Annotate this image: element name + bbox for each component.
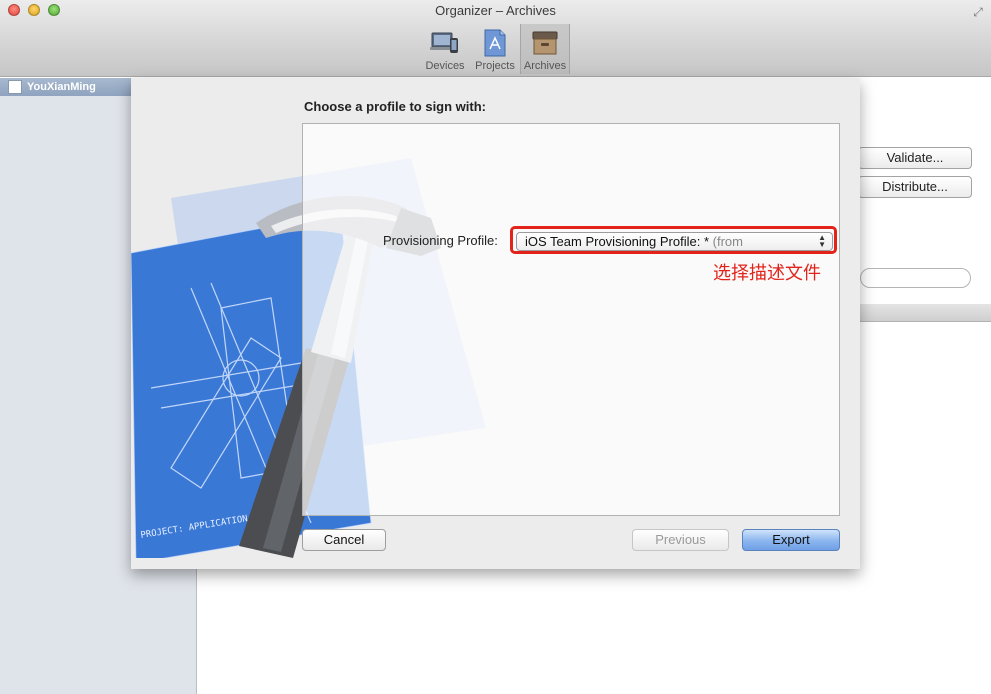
profile-panel: Provisioning Profile: iOS Team Provision… <box>302 123 840 516</box>
devices-icon <box>430 29 460 57</box>
annotation-text: 选择描述文件 <box>713 263 821 284</box>
toolbar-devices[interactable]: Devices <box>420 24 470 74</box>
validate-button[interactable]: Validate... <box>858 147 972 169</box>
sidebar-item-label: YouXianMing <box>27 81 96 93</box>
toolbar-archives-label: Archives <box>523 60 567 72</box>
archives-icon <box>530 29 560 57</box>
organizer-toolbar: Devices Projects Archives <box>420 24 570 74</box>
archive-search-field[interactable] <box>860 268 971 288</box>
distribute-button[interactable]: Distribute... <box>858 176 972 198</box>
export-sheet: PROJECT: APPLICATION.APP Choose a profil… <box>131 78 860 569</box>
annotation-highlight-box <box>510 226 837 254</box>
window-title: Organizer – Archives <box>435 3 556 18</box>
window-titlebar: Organizer – Archives ⤢ Devices Projects … <box>0 0 991 77</box>
toolbar-devices-label: Devices <box>425 60 465 72</box>
app-icon <box>8 80 22 94</box>
fullscreen-icon[interactable]: ⤢ <box>971 5 985 19</box>
toolbar-archives[interactable]: Archives <box>520 24 570 74</box>
projects-icon <box>480 29 510 57</box>
provisioning-profile-label: Provisioning Profile: <box>383 233 498 248</box>
toolbar-projects[interactable]: Projects <box>470 24 520 74</box>
sidebar-item-youxianming[interactable]: YouXianMing <box>0 78 131 96</box>
sheet-title: Choose a profile to sign with: <box>304 99 486 114</box>
archive-list-header <box>860 304 991 322</box>
export-button[interactable]: Export <box>742 529 840 551</box>
previous-button[interactable]: Previous <box>632 529 729 551</box>
toolbar-projects-label: Projects <box>475 60 515 72</box>
cancel-button[interactable]: Cancel <box>302 529 386 551</box>
